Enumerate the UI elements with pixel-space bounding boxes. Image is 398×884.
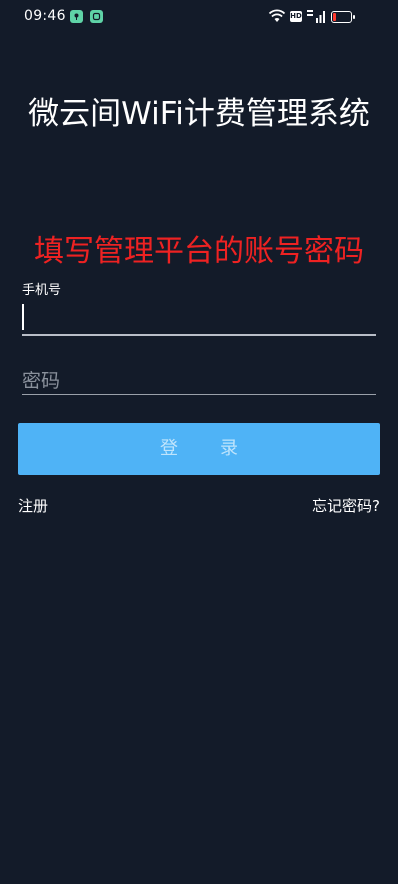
- login-button[interactable]: 登录: [18, 423, 380, 475]
- signal-icon: [307, 10, 325, 23]
- text-cursor: [22, 304, 24, 330]
- notification-icon: [70, 10, 83, 23]
- login-screen: 09:46 HD 微云间WiFi计费管理系统 填写管理平台的账号密码 手机号 密…: [0, 0, 398, 884]
- battery-icon: [331, 11, 355, 23]
- battery-level: [333, 13, 336, 21]
- phone-label: 手机号: [22, 283, 62, 298]
- password-placeholder: 密码: [22, 370, 61, 392]
- status-time: 09:46: [24, 8, 66, 24]
- hd-icon: HD: [290, 11, 302, 22]
- register-link[interactable]: 注册: [18, 495, 48, 516]
- notification-icon: [90, 10, 103, 23]
- forgot-password-link[interactable]: 忘记密码?: [312, 495, 380, 516]
- status-bar: 09:46 HD: [0, 0, 398, 34]
- wifi-icon: [268, 9, 286, 22]
- password-input[interactable]: 密码: [22, 358, 376, 395]
- page-title: 微云间WiFi计费管理系统: [28, 96, 370, 132]
- instruction-text: 填写管理平台的账号密码: [34, 234, 364, 269]
- login-button-label: 登录: [160, 438, 280, 459]
- phone-input[interactable]: [22, 298, 376, 336]
